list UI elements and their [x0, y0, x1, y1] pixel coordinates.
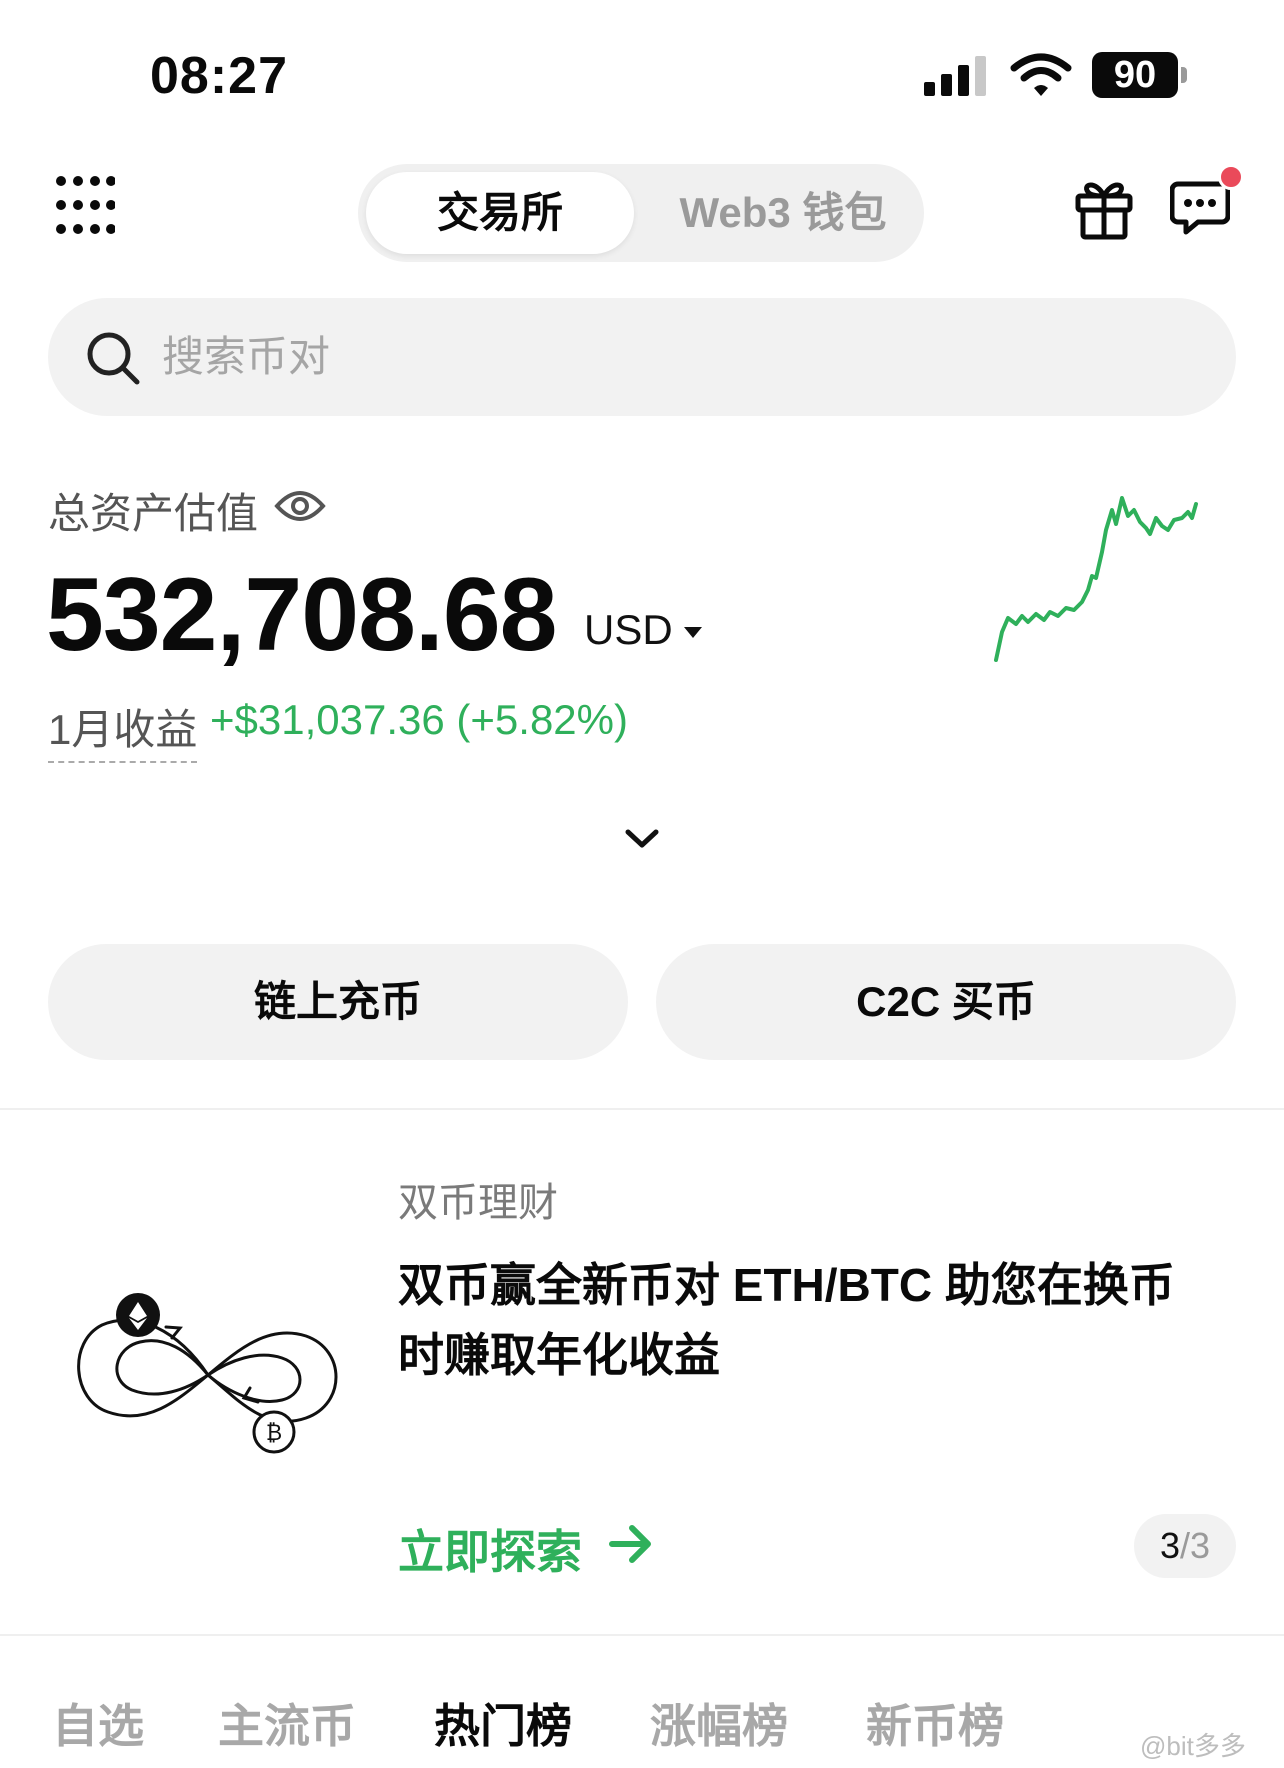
tab-hot-list[interactable]: 热门榜 — [434, 1690, 572, 1756]
grid-menu-icon[interactable] — [55, 175, 115, 235]
promo-title[interactable]: 双币赢全新币对 ETH/BTC 助您在换币时赚取年化收益 — [398, 1250, 1218, 1390]
onchain-deposit-button[interactable]: 链上充币 — [48, 944, 628, 1060]
pager-current: 3 — [1159, 1525, 1180, 1566]
tab-new-listings[interactable]: 新币榜 — [866, 1690, 1004, 1756]
chevron-down-icon[interactable] — [624, 826, 660, 850]
tab-web3-wallet[interactable]: Web3 钱包 — [648, 172, 918, 254]
gift-icon[interactable] — [1074, 176, 1134, 240]
dual-currency-infinity-illustration: ₿ — [77, 1293, 338, 1454]
battery-level: 90 — [1092, 52, 1178, 98]
c2c-buy-button[interactable]: C2C 买币 — [656, 944, 1236, 1060]
eye-icon[interactable] — [274, 484, 326, 528]
mode-switcher: 交易所 Web3 钱包 — [358, 164, 924, 262]
monthly-pnl-value: +$31,037.36 (+5.82%) — [210, 696, 628, 743]
section-divider — [0, 1108, 1284, 1110]
total-assets-label: 总资产估值 — [48, 490, 259, 537]
section-divider — [0, 1634, 1284, 1636]
search-icon — [87, 332, 140, 385]
asset-trend-sparkline — [994, 496, 1198, 662]
cellular-signal-icon — [924, 56, 986, 96]
watermark: @bit多多 — [1140, 1731, 1246, 1761]
monthly-pnl-label[interactable]: 1月收益 — [48, 696, 198, 763]
tab-mainstream[interactable]: 主流币 — [218, 1690, 356, 1756]
carousel-pager: 3/3 — [1134, 1514, 1236, 1578]
search-input[interactable] — [162, 322, 962, 392]
promo-category: 双币理财 — [398, 1181, 558, 1225]
notification-dot — [1218, 164, 1244, 190]
explore-now-link[interactable]: 立即探索 — [398, 1516, 582, 1582]
caret-down-icon[interactable] — [682, 624, 704, 640]
message-icon[interactable] — [1170, 180, 1230, 236]
search-bar[interactable] — [48, 298, 1236, 416]
tab-exchange[interactable]: 交易所 — [366, 172, 634, 254]
wifi-icon — [1010, 53, 1072, 96]
pager-total: /3 — [1180, 1525, 1211, 1566]
tab-gainers[interactable]: 涨幅榜 — [650, 1690, 788, 1756]
currency-unit[interactable]: USD — [584, 606, 673, 654]
svg-text:₿: ₿ — [266, 1421, 282, 1446]
tab-watchlist[interactable]: 自选 — [52, 1690, 144, 1756]
arrow-right-icon[interactable] — [608, 1524, 654, 1564]
total-assets-value: 532,708.68 — [46, 557, 558, 673]
status-time: 08:27 — [150, 47, 288, 105]
battery-icon: 90 — [1092, 52, 1188, 98]
